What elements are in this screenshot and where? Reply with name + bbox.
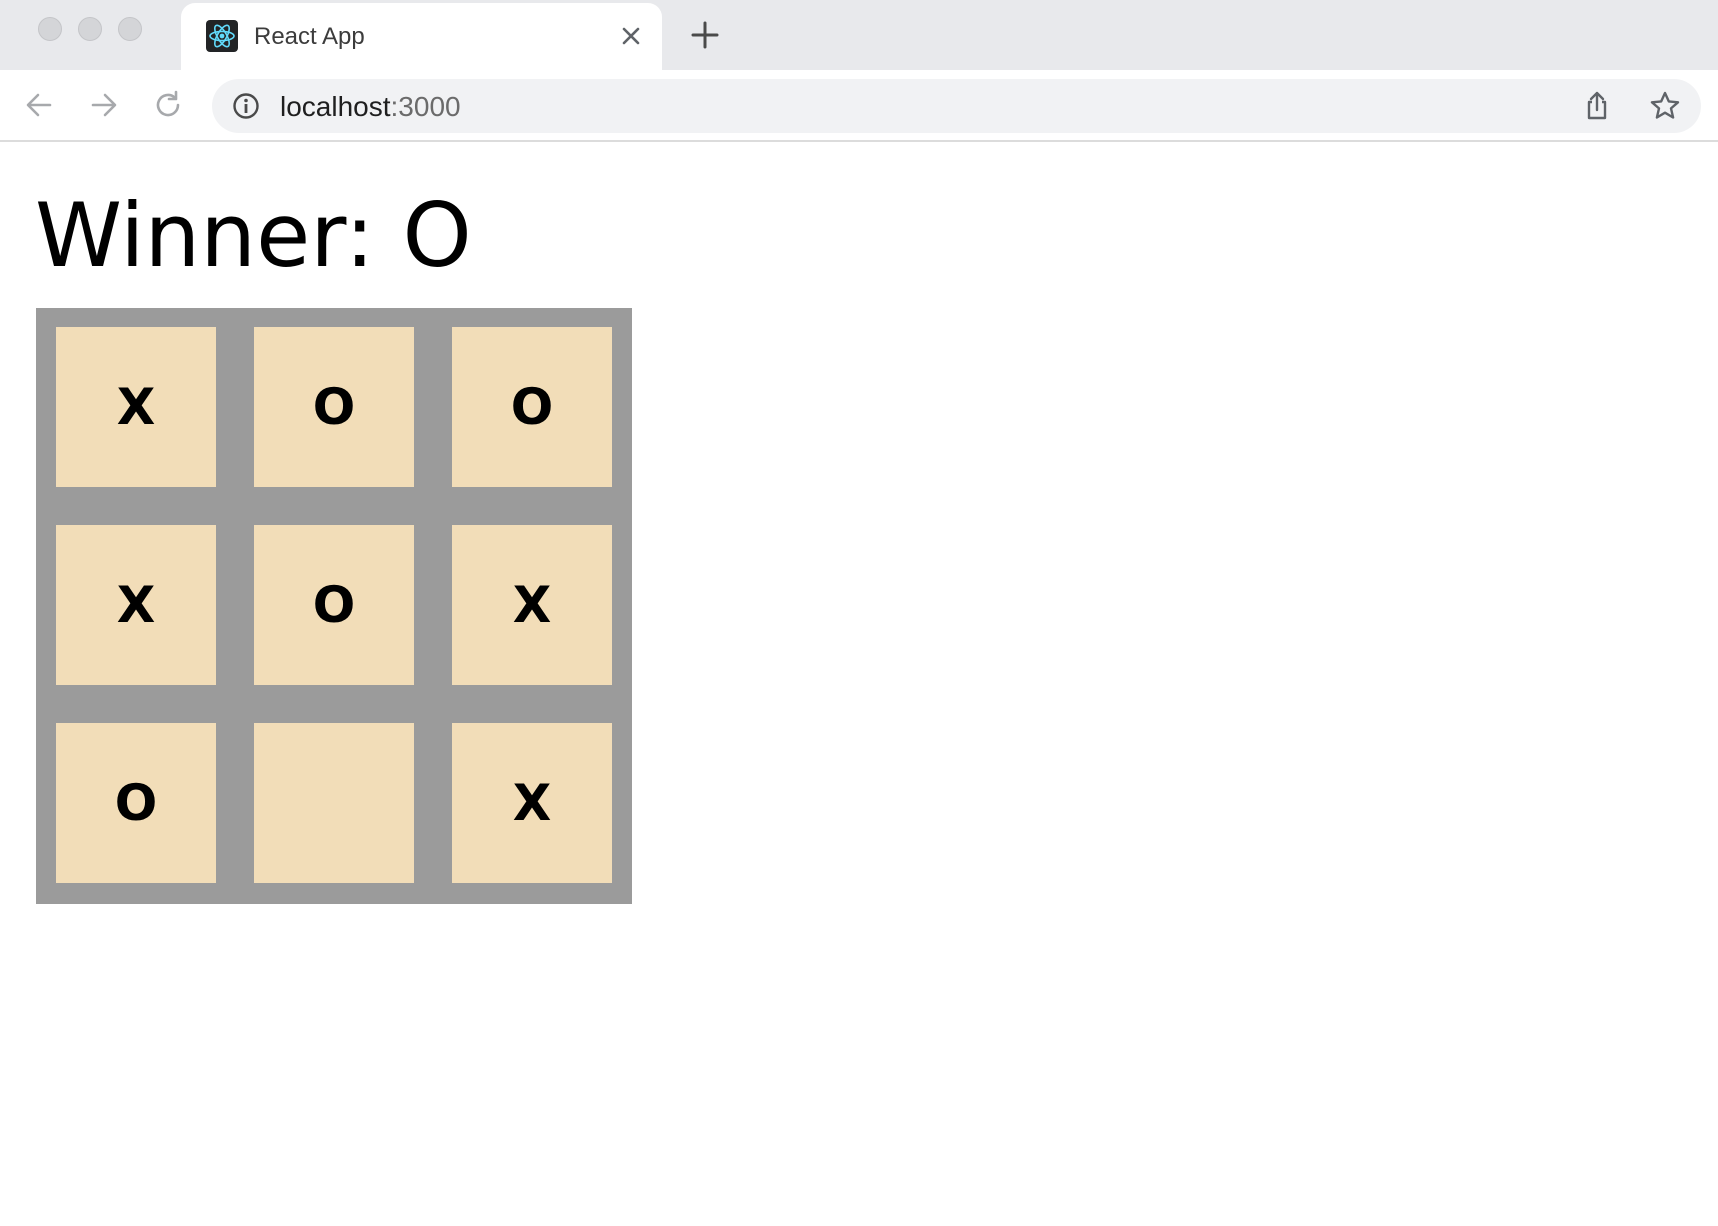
board-square-1[interactable]: O	[254, 327, 414, 487]
game-board: X O O X O X O X	[36, 308, 632, 904]
window-zoom-light[interactable]	[118, 17, 142, 41]
url-text: localhost:3000	[280, 92, 461, 122]
address-bar[interactable]: localhost:3000	[212, 79, 1701, 133]
bookmark-star-icon[interactable]	[1649, 90, 1681, 122]
browser-tab-bar: React App	[0, 0, 1718, 70]
close-icon[interactable]	[618, 23, 644, 49]
board-square-2[interactable]: O	[452, 327, 612, 487]
board-square-0[interactable]: X	[56, 327, 216, 487]
forward-arrow-icon[interactable]	[87, 88, 121, 122]
site-info-icon[interactable]	[232, 92, 260, 120]
board-square-3[interactable]: X	[56, 525, 216, 685]
new-tab-plus-icon[interactable]	[690, 20, 720, 50]
window-minimize-light[interactable]	[78, 17, 102, 41]
react-logo-icon	[206, 20, 238, 52]
share-icon[interactable]	[1581, 90, 1613, 122]
game-status: Winner: O	[35, 184, 472, 287]
window-close-light[interactable]	[38, 17, 62, 41]
back-arrow-icon[interactable]	[22, 88, 56, 122]
board-square-4[interactable]: O	[254, 525, 414, 685]
browser-toolbar: localhost:3000	[0, 70, 1718, 142]
board-square-8[interactable]: X	[452, 723, 612, 883]
reload-icon[interactable]	[151, 88, 185, 122]
tab-title: React App	[254, 23, 365, 50]
board-square-6[interactable]: O	[56, 723, 216, 883]
browser-tab[interactable]: React App	[181, 3, 662, 70]
board-square-5[interactable]: X	[452, 525, 612, 685]
url-host: localhost	[280, 91, 391, 122]
board-square-7[interactable]	[254, 723, 414, 883]
url-port: :3000	[390, 91, 461, 122]
